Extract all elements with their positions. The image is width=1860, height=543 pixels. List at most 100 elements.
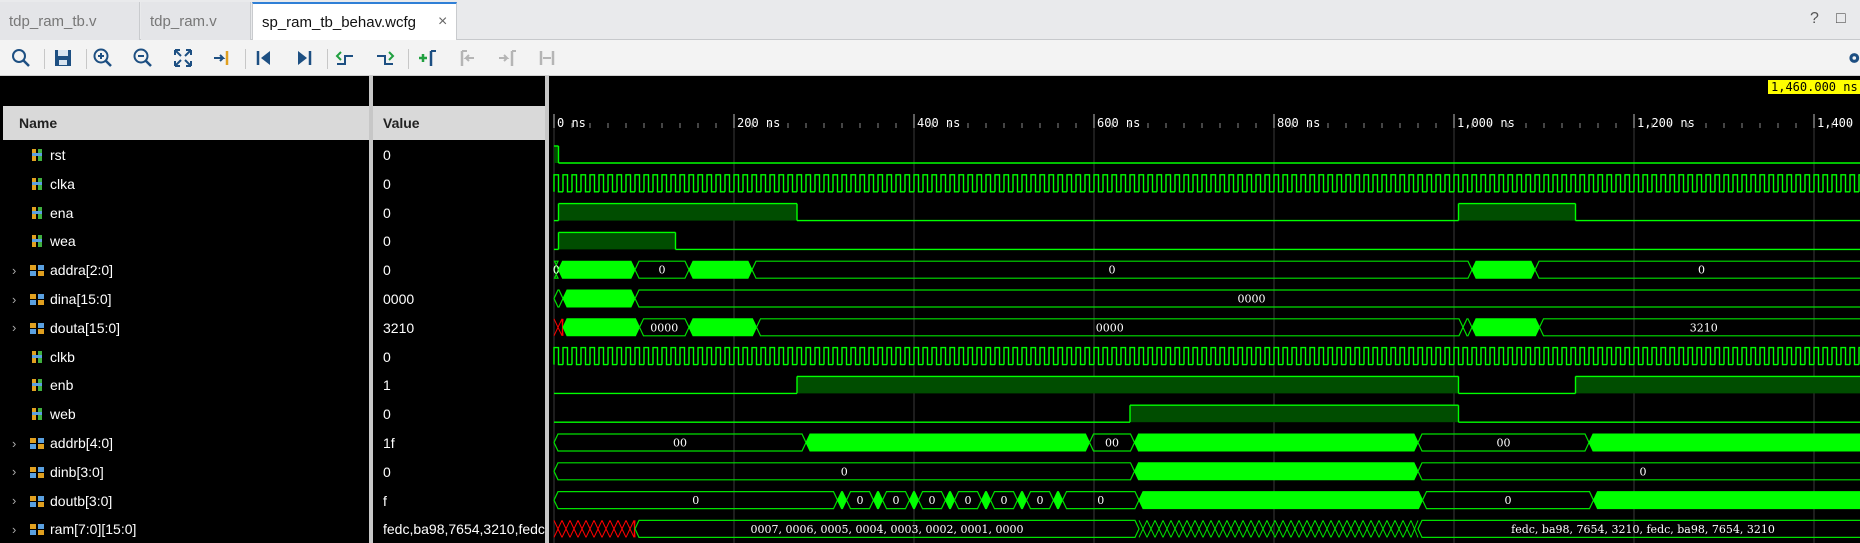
bus-segment-multi: [836, 491, 848, 510]
signal-row[interactable]: clkb: [3, 342, 369, 371]
help-icon[interactable]: ?: [1810, 10, 1819, 28]
signal-value-row[interactable]: 0: [373, 457, 545, 486]
time-tick-label: 1,200 ns: [1637, 116, 1695, 130]
next-marker-icon[interactable]: [492, 40, 522, 76]
signal-row[interactable]: wea: [3, 227, 369, 256]
value-column-header[interactable]: Value: [373, 106, 545, 140]
go-to-end-icon[interactable]: [289, 40, 319, 76]
save-icon[interactable]: [48, 40, 78, 76]
tab-sp-ram-tb-behav-wcfg[interactable]: sp_ram_tb_behav.wcfg ×: [252, 2, 457, 40]
signal-value-row[interactable]: f: [373, 486, 545, 515]
add-marker-icon[interactable]: [412, 40, 442, 76]
bus-segment-multi: [908, 491, 920, 510]
bus-icon: [30, 438, 44, 449]
signal-value-row[interactable]: 0: [373, 198, 545, 227]
bus-out-icon: [30, 322, 44, 334]
bus-mem-icon: [30, 524, 44, 536]
signal-row[interactable]: › douta[15:0]: [3, 313, 369, 342]
bit-icon: [32, 379, 42, 392]
bus-value-label: 0: [841, 465, 848, 478]
signal-row[interactable]: ena: [3, 198, 369, 227]
signal-row[interactable]: rst: [3, 141, 369, 170]
goto-cursor-icon[interactable]: [207, 40, 237, 76]
zoom-fit-icon[interactable]: [168, 40, 198, 76]
chevron-right-icon[interactable]: ›: [12, 522, 24, 537]
signal-name: web: [50, 406, 76, 423]
signal-value: 3210: [383, 319, 415, 336]
signal-name: douta[15:0]: [50, 319, 121, 336]
bus-value-label: 00: [1497, 437, 1511, 450]
bus-value-label: 0000: [650, 321, 678, 334]
time-tick-label: 200 ns: [737, 116, 780, 130]
signal-value-row[interactable]: 1: [373, 371, 545, 400]
chevron-right-icon[interactable]: ›: [12, 493, 24, 508]
bus-segment-multi: [805, 433, 1091, 452]
signal-value-row[interactable]: fedc,ba98,7654,3210,fedc: [373, 515, 545, 543]
bus-segment-multi: [1133, 462, 1419, 481]
name-column-header[interactable]: Name: [3, 106, 369, 140]
waveform-canvas[interactable]: 0 ns 200 ns 400 ns 600 ns 800 ns 1,000 ns 1,20…: [549, 76, 1860, 543]
bus-segment-multi: [557, 260, 636, 279]
signal-name: enb: [50, 377, 74, 394]
go-to-start-icon[interactable]: [249, 40, 279, 76]
restore-icon[interactable]: □: [1836, 10, 1846, 28]
chevron-right-icon[interactable]: ›: [12, 464, 24, 479]
signal-value-row[interactable]: 0: [373, 342, 545, 371]
bus-icon: [30, 265, 44, 277]
bus-segment-multi: [562, 289, 636, 308]
tab-tdp-ram[interactable]: tdp_ram.v: [141, 2, 251, 40]
bus-segment-multi: [688, 318, 758, 337]
swap-cursors-icon[interactable]: [532, 40, 562, 76]
waveform-pane[interactable]: 0 ns 200 ns 400 ns 600 ns 800 ns 1,000 ns 1,20…: [549, 76, 1860, 543]
chevron-right-icon[interactable]: ›: [12, 263, 24, 278]
signal-row[interactable]: › addrb[4:0]: [3, 429, 369, 458]
signal-value-row[interactable]: 1f: [373, 429, 545, 458]
name-column-label: Name: [19, 115, 58, 131]
tab-label: tdp_ram_tb.v: [9, 12, 97, 30]
zoom-in-icon[interactable]: [88, 40, 118, 76]
signal-value: 1: [383, 377, 391, 394]
signal-row[interactable]: › addra[2:0]: [3, 256, 369, 285]
signal-row[interactable]: enb: [3, 371, 369, 400]
bus-segment-multi: [688, 260, 753, 279]
signal-value-row[interactable]: 0: [373, 256, 545, 285]
bus-segment-multi: [1016, 491, 1028, 510]
bus-segment-unknown: [553, 318, 564, 337]
bus-value-label: 00: [1105, 437, 1119, 450]
bus-value-label: 3210: [1690, 321, 1718, 334]
settings-gear-icon[interactable]: [1842, 40, 1860, 76]
signal-value-row[interactable]: 0: [373, 400, 545, 429]
bus-value-label: fedc, ba98, 7654, 3210, fedc, ba98, 7654…: [1511, 523, 1775, 536]
signal-row[interactable]: clka: [3, 169, 369, 198]
signal-value-row[interactable]: 3210: [373, 313, 545, 342]
previous-transition-icon[interactable]: [330, 40, 360, 76]
search-icon[interactable]: [6, 40, 36, 76]
signal-value-row[interactable]: 0: [373, 169, 545, 198]
signal-name: wea: [50, 233, 76, 250]
chevron-right-icon[interactable]: ›: [12, 292, 24, 307]
chevron-right-icon[interactable]: ›: [12, 320, 24, 335]
signal-row[interactable]: web: [3, 400, 369, 429]
signal-row[interactable]: › ram[7:0][15:0]: [3, 515, 369, 543]
zoom-out-icon[interactable]: [128, 40, 158, 76]
bit-icon: [32, 177, 42, 190]
bus-segment-multi: [1471, 260, 1536, 279]
close-icon[interactable]: ×: [438, 13, 447, 31]
signal-value-row[interactable]: 0: [373, 141, 545, 170]
signal-name: ena: [50, 204, 74, 221]
signal-value-row[interactable]: 0000: [373, 285, 545, 314]
signal-row[interactable]: › doutb[3:0]: [3, 486, 369, 515]
chevron-right-icon[interactable]: ›: [12, 436, 24, 451]
clock-waveform: [553, 346, 1860, 366]
previous-marker-icon[interactable]: [452, 40, 482, 76]
bus-value-label: 0: [929, 494, 936, 507]
signal-name: rst: [50, 147, 66, 163]
bus-segment-multi: [1471, 318, 1541, 337]
signal-row[interactable]: › dina[15:0]: [3, 285, 369, 314]
tab-tdp-ram-tb[interactable]: tdp_ram_tb.v: [0, 2, 140, 40]
next-transition-icon[interactable]: [370, 40, 400, 76]
bit-high-fill: [558, 232, 676, 250]
signal-value-row[interactable]: 0: [373, 227, 545, 256]
signal-row[interactable]: › dinb[3:0]: [3, 457, 369, 486]
bit-high-fill: [1458, 203, 1576, 221]
